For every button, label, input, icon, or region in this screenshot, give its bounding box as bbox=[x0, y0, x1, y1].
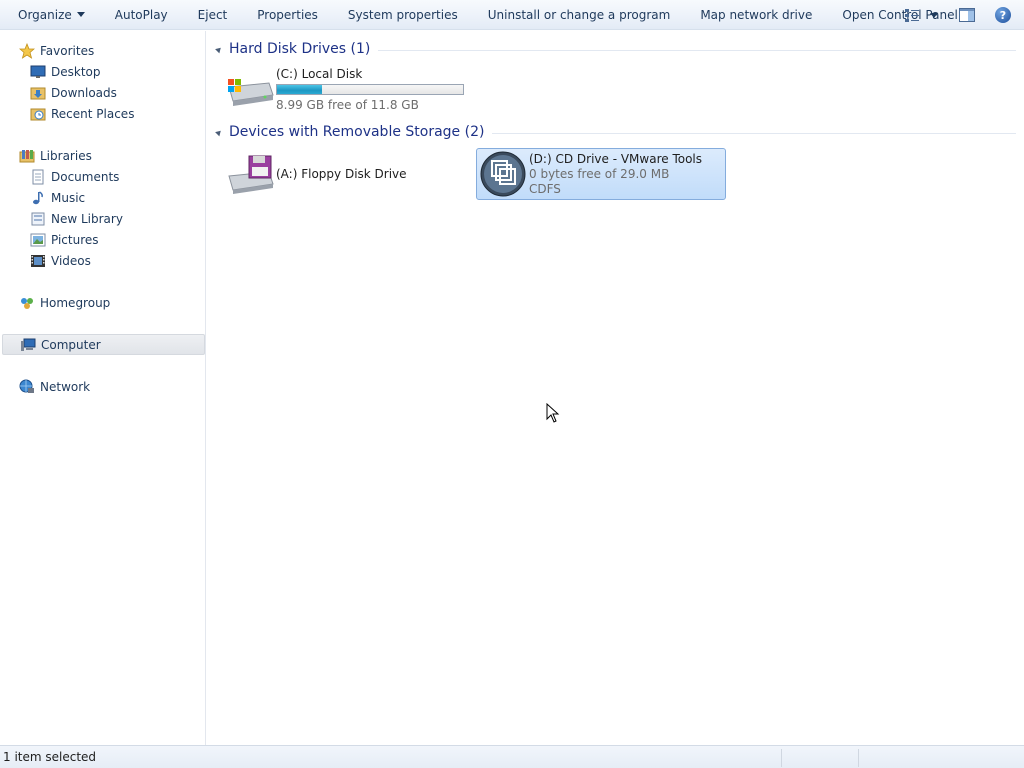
drive-name: (A:) Floppy Disk Drive bbox=[276, 166, 407, 181]
sidebar-item-favorites[interactable]: Favorites bbox=[0, 40, 206, 61]
desktop-icon bbox=[30, 64, 46, 80]
videos-icon bbox=[30, 253, 46, 269]
sidebar-item-homegroup[interactable]: Homegroup bbox=[0, 292, 206, 313]
music-icon bbox=[30, 190, 46, 206]
map-network-drive-button[interactable]: Map network drive bbox=[685, 0, 827, 30]
sidebar-item-label: Desktop bbox=[51, 64, 101, 79]
sidebar-item-videos[interactable]: Videos bbox=[0, 250, 206, 271]
chevron-down-icon bbox=[76, 12, 85, 17]
status-bar: 1 item selected bbox=[0, 745, 1024, 768]
sidebar-item-desktop[interactable]: Desktop bbox=[0, 61, 206, 82]
system-properties-button[interactable]: System properties bbox=[333, 0, 473, 30]
sidebar-item-label: Network bbox=[40, 379, 91, 394]
drive-tile-c[interactable]: (C:) Local Disk 8.99 GB free of 11.8 GB bbox=[224, 67, 484, 113]
sidebar-item-libraries[interactable]: Libraries bbox=[0, 145, 206, 166]
autoplay-button[interactable]: AutoPlay bbox=[100, 0, 183, 30]
floppy-drive-icon bbox=[224, 152, 276, 196]
libraries-icon bbox=[19, 148, 35, 164]
sidebar-item-recent-places[interactable]: Recent Places bbox=[0, 103, 206, 124]
drive-free-space: 8.99 GB free of 11.8 GB bbox=[276, 98, 419, 112]
help-icon: ? bbox=[995, 7, 1011, 23]
group-header-label: Devices with Removable Storage (2) bbox=[229, 124, 485, 140]
sidebar-item-label: Music bbox=[51, 190, 86, 205]
sidebar-item-label: New Library bbox=[51, 211, 123, 226]
hard-disk-icon bbox=[224, 68, 276, 112]
view-options-icon bbox=[905, 9, 938, 22]
sidebar-item-label: Favorites bbox=[40, 43, 95, 58]
library-icon bbox=[30, 211, 46, 227]
vmware-cd-icon bbox=[477, 151, 529, 197]
group-header-removable-storage[interactable]: Devices with Removable Storage (2) bbox=[215, 122, 1016, 142]
drive-filesystem: CDFS bbox=[529, 181, 561, 196]
group-divider bbox=[378, 50, 1016, 51]
drive-name: (D:) CD Drive - VMware Tools bbox=[529, 151, 703, 166]
homegroup-icon bbox=[19, 295, 35, 311]
sidebar-item-label: Downloads bbox=[51, 85, 117, 100]
sidebar-item-music[interactable]: Music bbox=[0, 187, 206, 208]
command-bar: Organize AutoPlay Eject Properties Syste… bbox=[0, 0, 1024, 30]
pictures-icon bbox=[30, 232, 46, 248]
status-divider bbox=[858, 749, 859, 767]
sidebar-item-label: Videos bbox=[51, 253, 91, 268]
properties-button[interactable]: Properties bbox=[242, 0, 333, 30]
organize-label: Organize bbox=[18, 7, 72, 22]
sidebar-item-label: Recent Places bbox=[51, 106, 135, 121]
mouse-pointer-icon bbox=[546, 403, 560, 423]
drive-name: (C:) Local Disk bbox=[276, 67, 363, 81]
group-header-hard-disk-drives[interactable]: Hard Disk Drives (1) bbox=[215, 39, 1016, 59]
sidebar-item-documents[interactable]: Documents bbox=[0, 166, 206, 187]
sidebar-item-label: Pictures bbox=[51, 232, 99, 247]
sidebar-item-label: Homegroup bbox=[40, 295, 111, 310]
sidebar-item-label: Computer bbox=[41, 337, 101, 352]
sidebar-item-label: Documents bbox=[51, 169, 120, 184]
help-button[interactable]: ? bbox=[990, 4, 1016, 26]
network-icon bbox=[19, 379, 35, 395]
star-icon bbox=[19, 42, 35, 59]
sidebar-item-pictures[interactable]: Pictures bbox=[0, 229, 206, 250]
organize-button[interactable]: Organize bbox=[0, 0, 100, 30]
drives-view: Hard Disk Drives (1) (C:) Local Disk 8.9… bbox=[207, 31, 1024, 745]
recent-places-icon bbox=[30, 106, 46, 122]
status-divider bbox=[781, 749, 782, 767]
computer-icon bbox=[20, 337, 36, 353]
sidebar-item-new-library[interactable]: New Library bbox=[0, 208, 206, 229]
view-options-button[interactable] bbox=[902, 4, 942, 26]
group-header-label: Hard Disk Drives (1) bbox=[229, 41, 371, 57]
preview-pane-button[interactable] bbox=[954, 4, 980, 26]
navigation-pane: Favorites Desktop Downloads Recent Place… bbox=[0, 31, 206, 745]
drive-usage-bar bbox=[276, 84, 464, 95]
drive-usage-fill bbox=[277, 85, 322, 94]
collapse-arrow-icon[interactable] bbox=[215, 128, 223, 136]
uninstall-program-button[interactable]: Uninstall or change a program bbox=[473, 0, 686, 30]
drive-tile-a[interactable]: (A:) Floppy Disk Drive bbox=[224, 151, 464, 197]
group-divider bbox=[492, 133, 1016, 134]
sidebar-item-label: Libraries bbox=[40, 148, 92, 163]
downloads-folder-icon bbox=[30, 85, 46, 101]
sidebar-item-computer[interactable]: Computer bbox=[2, 334, 205, 355]
drive-tile-d[interactable]: (D:) CD Drive - VMware Tools 0 bytes fre… bbox=[476, 148, 726, 200]
status-text: 1 item selected bbox=[3, 750, 97, 764]
drive-free-space: 0 bytes free of 29.0 MB bbox=[529, 166, 670, 181]
documents-icon bbox=[30, 169, 46, 185]
sidebar-item-downloads[interactable]: Downloads bbox=[0, 82, 206, 103]
preview-pane-icon bbox=[959, 8, 975, 22]
collapse-arrow-icon[interactable] bbox=[215, 45, 223, 53]
sidebar-item-network[interactable]: Network bbox=[0, 376, 206, 397]
eject-button[interactable]: Eject bbox=[183, 0, 243, 30]
